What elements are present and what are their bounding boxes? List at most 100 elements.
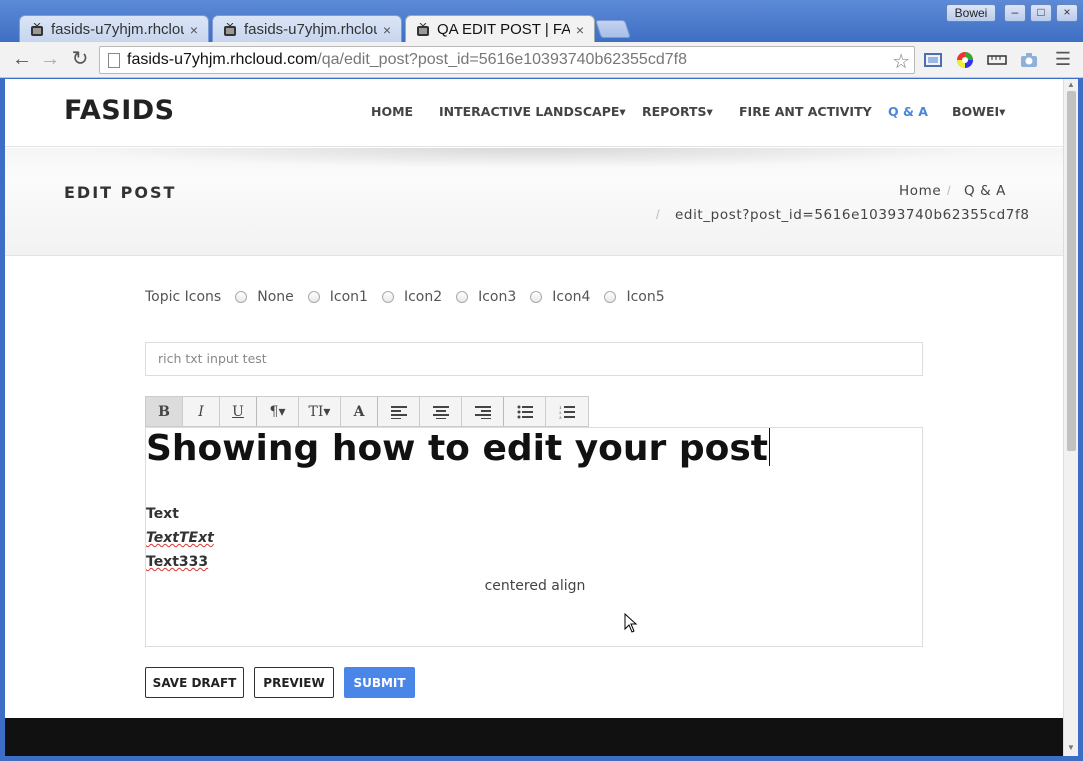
editor-heading-text: Showing how to edit your post: [146, 428, 768, 469]
nav-label: BOWEI: [952, 104, 1000, 119]
breadcrumb-home[interactable]: Home: [899, 183, 941, 199]
url-host: fasids-u7yhjm.rhcloud.com: [127, 51, 318, 68]
browser-tab-2[interactable]: fasids-u7yhjm.rhcloud ×: [212, 15, 402, 43]
underline-button[interactable]: U: [220, 397, 257, 426]
paragraph-button[interactable]: ¶▾: [257, 397, 299, 426]
nav-user-bowei[interactable]: BOWEI▾: [952, 104, 1005, 119]
unordered-list-icon: [517, 405, 533, 418]
camera-icon[interactable]: [1019, 50, 1039, 70]
align-left-icon: [390, 405, 407, 419]
preview-button[interactable]: PREVIEW: [254, 667, 334, 698]
tab-title: QA EDIT POST | FASII: [437, 21, 570, 38]
editor-line-centered: centered align: [484, 578, 586, 594]
tab-close-icon[interactable]: ×: [383, 22, 391, 38]
radio-option-none[interactable]: None: [235, 289, 294, 305]
tab-close-icon[interactable]: ×: [576, 22, 584, 38]
radio-option-icon2[interactable]: Icon2: [381, 289, 443, 305]
nav-fire-ant-activity[interactable]: FIRE ANT ACTIVITY: [739, 104, 872, 119]
nav-reports[interactable]: REPORTS▾: [642, 104, 713, 119]
address-bar[interactable]: fasids-u7yhjm.rhcloud.com/qa/edit_post?p…: [99, 46, 915, 74]
nav-interactive-landscape[interactable]: INTERACTIVE LANDSCAPE▾: [439, 104, 626, 119]
tab-close-icon[interactable]: ×: [190, 22, 198, 38]
page-title-band: EDIT POST Home / Q & A / edit_post?post_…: [5, 148, 1063, 256]
scrollbar-thumb[interactable]: [1067, 91, 1076, 451]
tv-favicon-icon: [224, 22, 236, 36]
radio-option-icon1[interactable]: Icon1: [307, 289, 368, 305]
rich-text-toolbar: B I U ¶▾ TI▾ A 123: [145, 396, 589, 427]
color-picker-icon[interactable]: [955, 50, 975, 70]
radio-label: None: [257, 289, 294, 305]
rich-text-editor[interactable]: Showing how to edit your post Text TextT…: [145, 427, 923, 647]
reload-icon[interactable]: ↻: [67, 47, 93, 73]
italic-button[interactable]: I: [183, 397, 220, 426]
tab-title: fasids-u7yhjm.rhcloud: [244, 21, 377, 38]
page-scrollbar[interactable]: ▲ ▼: [1063, 79, 1078, 756]
chevron-down-icon: ▾: [619, 104, 626, 119]
radio-label: Icon2: [403, 289, 443, 305]
breadcrumb-separator: /: [947, 183, 951, 198]
align-left-button[interactable]: [378, 397, 420, 426]
text-caret: [768, 428, 770, 466]
radio-button[interactable]: [456, 291, 469, 303]
profile-button[interactable]: Bowei: [946, 4, 996, 22]
radio-button[interactable]: [604, 291, 617, 303]
window-close-icon[interactable]: ×: [1056, 4, 1078, 22]
browser-titlebar: fasids-u7yhjm.rhcloud × fasids-u7yhjm.rh…: [0, 0, 1083, 43]
breadcrumb-qa[interactable]: Q & A: [964, 183, 1006, 199]
radio-option-icon4[interactable]: Icon4: [530, 289, 590, 305]
radio-button[interactable]: [530, 291, 543, 303]
ruler-icon[interactable]: [987, 50, 1007, 70]
back-arrow-icon[interactable]: ←: [9, 47, 35, 73]
new-tab-button[interactable]: [595, 20, 631, 38]
band-shadow: [65, 148, 1005, 168]
radio-button[interactable]: [307, 291, 320, 303]
minimize-icon[interactable]: –: [1004, 4, 1026, 22]
ordered-list-icon: 123: [559, 405, 575, 419]
scroll-down-arrow-icon[interactable]: ▼: [1067, 743, 1075, 752]
underline-icon: U: [232, 403, 244, 420]
menu-hamburger-icon[interactable]: ☰: [1050, 47, 1076, 73]
paragraph-icon: ¶▾: [269, 403, 286, 420]
forward-arrow-icon[interactable]: →: [37, 47, 63, 73]
radio-label: Icon4: [552, 289, 591, 305]
scroll-up-arrow-icon[interactable]: ▲: [1067, 80, 1075, 89]
url-path: /qa/edit_post?post_id=5616e10393740b6235…: [317, 51, 687, 68]
breadcrumb-separator: /: [656, 207, 660, 222]
page-icon: [108, 52, 120, 68]
nav-qa[interactable]: Q & A: [888, 104, 928, 119]
save-draft-button[interactable]: SAVE DRAFT: [145, 667, 244, 698]
italic-icon: I: [198, 403, 204, 420]
text-size-icon: TI▾: [308, 403, 331, 420]
site-logo[interactable]: FASIDS: [64, 95, 175, 126]
site-header: FASIDS HOME INTERACTIVE LANDSCAPE▾ REPOR…: [5, 79, 1063, 147]
page-viewport: FASIDS HOME INTERACTIVE LANDSCAPE▾ REPOR…: [5, 79, 1063, 756]
screen-capture-icon[interactable]: [923, 50, 943, 70]
svg-text:3: 3: [559, 415, 562, 419]
browser-tab-active[interactable]: QA EDIT POST | FASII ×: [405, 15, 595, 43]
radio-button[interactable]: [381, 291, 394, 303]
editor-line-text: Text: [146, 506, 179, 522]
font-color-button[interactable]: A: [341, 397, 378, 426]
radio-label: Icon1: [329, 289, 368, 305]
radio-option-icon5[interactable]: Icon5: [604, 289, 665, 305]
nav-home[interactable]: HOME: [371, 104, 413, 119]
submit-button[interactable]: SUBMIT: [344, 667, 415, 698]
bookmark-star-icon[interactable]: ☆: [892, 49, 910, 74]
browser-tab-1[interactable]: fasids-u7yhjm.rhcloud ×: [19, 15, 209, 43]
radio-label: Icon5: [626, 289, 665, 305]
align-center-button[interactable]: [420, 397, 462, 426]
align-right-button[interactable]: [462, 397, 504, 426]
font-color-icon: A: [353, 403, 365, 420]
radio-button[interactable]: [235, 291, 248, 303]
bold-button[interactable]: B: [146, 397, 183, 426]
post-title-input[interactable]: rich txt input test: [145, 342, 923, 376]
radio-option-icon3[interactable]: Icon3: [456, 289, 516, 305]
site-footer: [5, 718, 1063, 756]
chevron-down-icon: ▾: [999, 104, 1006, 119]
maximize-icon[interactable]: □: [1030, 4, 1052, 22]
editor-heading: Showing how to edit your post: [146, 428, 770, 469]
tab-title: fasids-u7yhjm.rhcloud: [51, 21, 184, 38]
ordered-list-button[interactable]: 123: [546, 397, 588, 426]
unordered-list-button[interactable]: [504, 397, 546, 426]
text-size-button[interactable]: TI▾: [299, 397, 341, 426]
